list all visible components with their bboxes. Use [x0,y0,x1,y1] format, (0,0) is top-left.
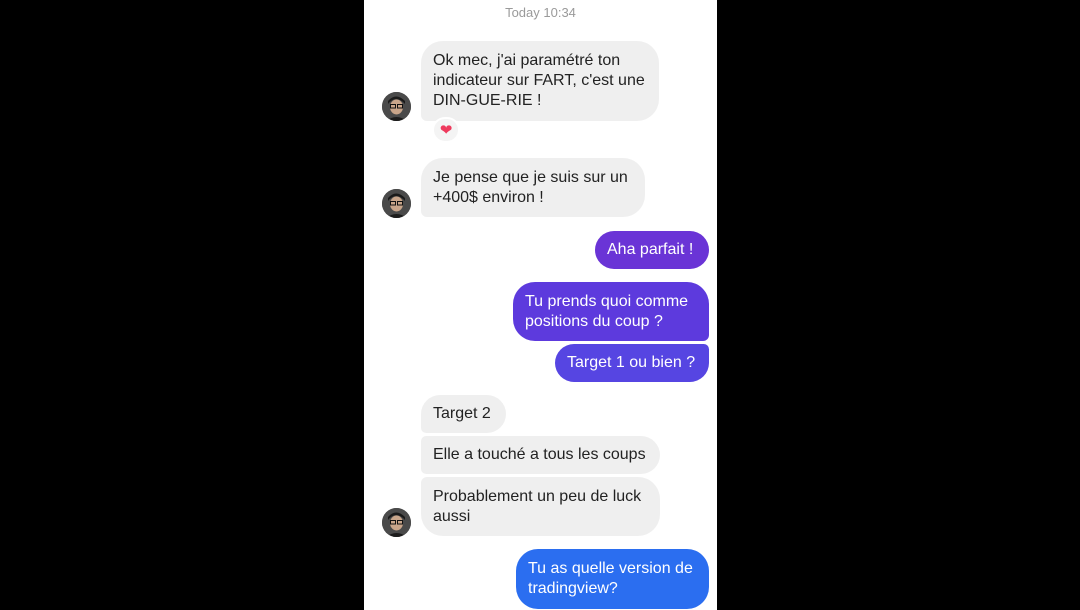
heart-reaction-icon[interactable]: ❤ [432,117,460,143]
incoming-message[interactable]: Probablement un peu de luck aussi [421,477,660,536]
chat-screen: Today 10:34 Ok mec, j'ai paramétré ton i… [364,0,717,610]
incoming-message[interactable]: Je pense que je suis sur un +400$ enviro… [421,158,645,217]
incoming-message[interactable]: Target 2 [421,395,506,433]
outgoing-message[interactable]: Target 1 ou bien ? [555,344,709,382]
message-timestamp: Today 10:34 [505,5,576,20]
outgoing-message[interactable]: Tu as quelle version de tradingview? [516,549,709,609]
outgoing-message[interactable]: Tu prends quoi comme positions du coup ? [513,282,709,341]
contact-avatar[interactable] [382,508,411,537]
outgoing-message[interactable]: Aha parfait ! [595,231,709,269]
contact-avatar[interactable] [382,189,411,218]
contact-avatar[interactable] [382,92,411,121]
incoming-message[interactable]: Elle a touché a tous les coups [421,436,660,474]
incoming-message[interactable]: Ok mec, j'ai paramétré ton indicateur su… [421,41,659,121]
